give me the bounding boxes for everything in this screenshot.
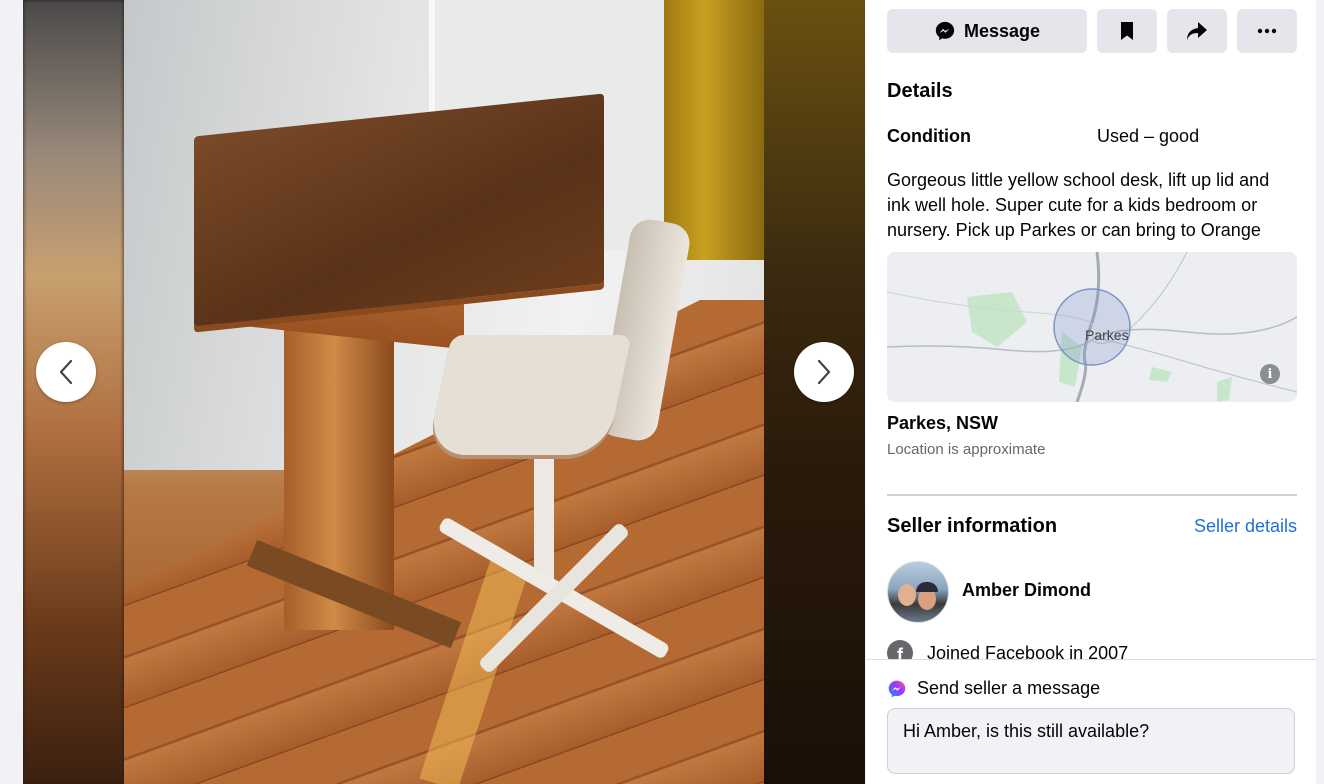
previous-photo-button[interactable]	[36, 342, 96, 402]
listing-details-panel: Message Details Condition Used – good Go…	[866, 0, 1316, 784]
next-photo-button[interactable]	[794, 342, 854, 402]
listing-photo	[124, 0, 764, 784]
condition-value: Used – good	[1097, 126, 1200, 146]
location-name: Parkes, NSW	[887, 413, 999, 433]
message-button[interactable]: Message	[887, 9, 1087, 53]
share-icon	[1187, 22, 1207, 40]
seller-avatar[interactable]	[887, 561, 949, 623]
page-scrollbar[interactable]	[1316, 0, 1324, 784]
bookmark-icon	[1121, 22, 1133, 40]
send-message-label: Send seller a message	[917, 678, 1101, 698]
share-button[interactable]	[1167, 9, 1227, 53]
more-options-button[interactable]	[1237, 9, 1297, 53]
messenger-icon	[935, 21, 955, 41]
condition-label: Condition	[887, 126, 971, 146]
chevron-right-icon	[817, 359, 831, 385]
more-icon	[1257, 28, 1277, 34]
seller-name[interactable]: Amber Dimond	[962, 580, 1091, 601]
message-button-label: Message	[963, 20, 1041, 41]
details-heading: Details	[887, 80, 953, 102]
map-place-label: Parkes	[1085, 327, 1129, 343]
photo-viewer	[23, 0, 865, 784]
seller-details-link[interactable]: Seller details	[1194, 516, 1297, 537]
location-note: Location is approximate	[887, 441, 1046, 458]
messenger-color-icon	[888, 680, 906, 697]
listing-actions: Message	[887, 9, 1297, 53]
listing-description: Gorgeous little yellow school desk, lift…	[887, 170, 1270, 240]
info-icon[interactable]: i	[1260, 364, 1280, 384]
section-divider	[887, 494, 1297, 496]
save-button[interactable]	[1097, 9, 1157, 53]
location-map[interactable]: Parkes i	[887, 252, 1297, 402]
chevron-left-icon	[59, 359, 73, 385]
send-message-row: Send seller a message	[887, 678, 1100, 699]
send-message-footer: Send seller a message Hi Amber, is this …	[866, 659, 1316, 784]
message-input[interactable]: Hi Amber, is this still available?	[887, 708, 1295, 774]
seller-information-heading: Seller information	[887, 515, 1058, 537]
